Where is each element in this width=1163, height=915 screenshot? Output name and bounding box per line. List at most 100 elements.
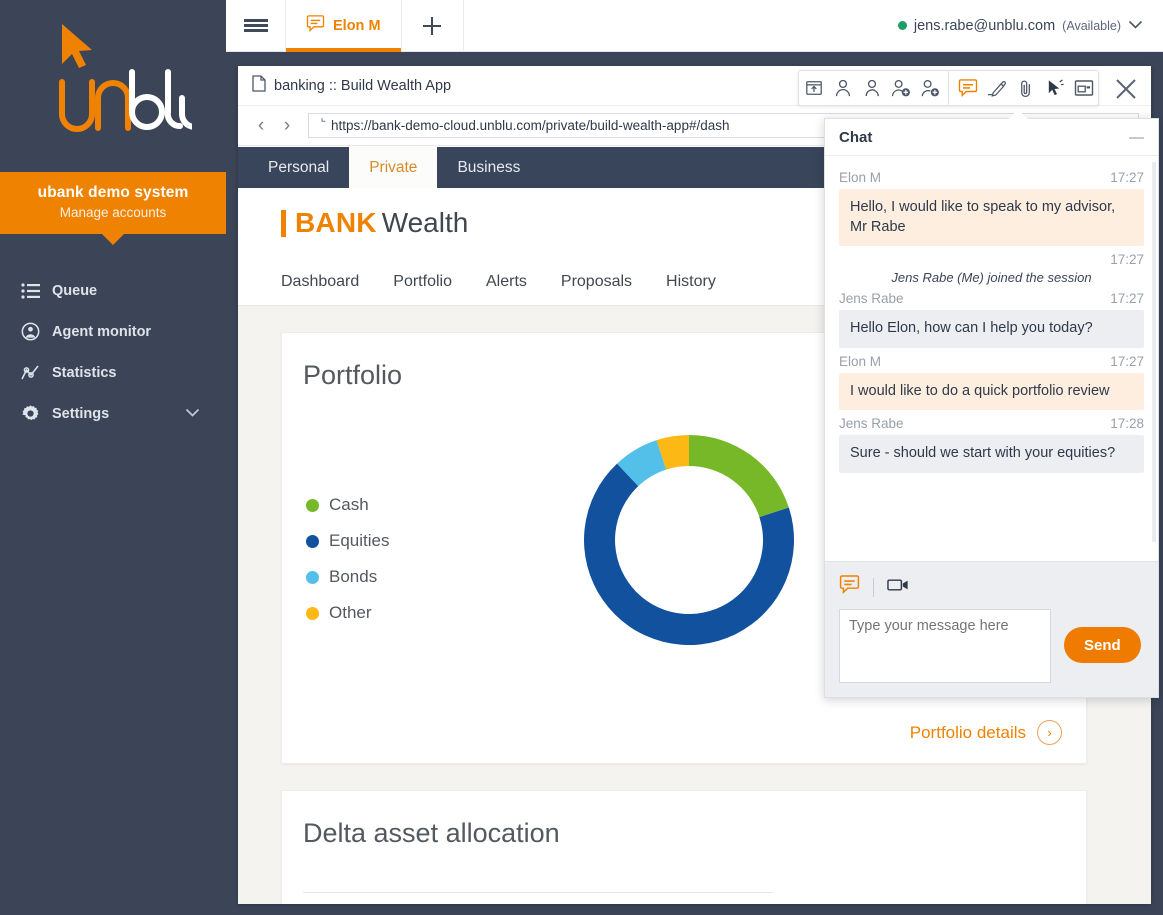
composer-divider <box>873 577 874 597</box>
sidebar-item-queue[interactable]: Queue <box>0 270 226 311</box>
sidebar-item-agent-monitor[interactable]: Agent monitor <box>0 311 226 352</box>
site-tab-label: Personal <box>268 158 330 176</box>
add-person-icon[interactable] <box>886 71 915 105</box>
sidebar-nav: Queue Agent monitor Statistics Settings <box>0 270 226 434</box>
hamburger-icon[interactable] <box>226 0 286 51</box>
plus-icon <box>423 16 442 35</box>
top-tab-strip: Elon M jens.rabe@unblu.com (Available) <box>226 0 1163 52</box>
send-button[interactable]: Send <box>1064 627 1141 663</box>
chevron-left-icon[interactable]: ‹ <box>250 115 272 137</box>
chevron-down-icon[interactable] <box>1128 17 1143 35</box>
person-icon[interactable] <box>828 71 857 105</box>
chat-bubble-icon[interactable] <box>839 575 860 599</box>
site-tab-label: Business <box>457 158 521 176</box>
chat-panel: Chat — Elon M 17:27 Hello, I would like … <box>824 110 1159 698</box>
user-menu[interactable]: jens.rabe@unblu.com (Available) <box>897 0 1163 51</box>
brand-logo <box>0 0 226 172</box>
upload-document-icon[interactable] <box>799 71 828 105</box>
composer-mode-icons <box>839 572 1144 602</box>
sidebar-item-statistics[interactable]: Statistics <box>0 352 226 393</box>
chevron-right-circle-icon[interactable]: › <box>1037 720 1062 745</box>
chat-message-list[interactable]: Elon M 17:27 Hello, I would like to spea… <box>825 156 1158 561</box>
sitenav-item-history[interactable]: History <box>666 273 716 291</box>
chat-header: Chat — <box>825 119 1158 156</box>
sidebar-item-settings[interactable]: Settings <box>0 393 226 434</box>
sitenav-item-alerts[interactable]: Alerts <box>486 273 527 291</box>
sidebar: ubank demo system Manage accounts Queue <box>0 0 226 915</box>
message-meta: Jens Rabe 17:27 <box>839 291 1144 306</box>
sidebar-item-label: Settings <box>52 405 110 422</box>
account-subtitle: Manage accounts <box>59 205 167 220</box>
message-meta: 17:27 <box>839 252 1144 267</box>
minimize-icon[interactable]: — <box>1129 130 1144 145</box>
attachment-clip-icon[interactable] <box>1011 71 1040 105</box>
status-dot-available <box>897 21 907 30</box>
account-pointer <box>101 233 125 245</box>
portfolio-details-link[interactable]: Portfolio details › <box>910 720 1062 745</box>
user-email: jens.rabe@unblu.com <box>913 17 1056 34</box>
page-document-icon <box>252 74 266 97</box>
message-time: 17:27 <box>1110 170 1144 185</box>
video-camera-icon[interactable] <box>887 577 910 598</box>
delta-card-divider <box>303 892 773 893</box>
site-tab-label: Private <box>369 158 418 176</box>
legend-label: Equities <box>329 531 390 550</box>
chat-composer: Send <box>825 561 1158 697</box>
delta-card-title: Delta asset allocation <box>303 818 560 848</box>
system-message-text: Jens Rabe (Me) joined the session <box>891 270 1092 286</box>
gear-icon <box>19 403 41 425</box>
cobrowse-toolbar <box>798 70 1099 106</box>
url-text: https://bank-demo-cloud.unblu.com/privat… <box>331 118 730 133</box>
site-tab-personal[interactable]: Personal <box>248 147 349 188</box>
tab-conversation-elon-m[interactable]: Elon M <box>286 0 402 52</box>
legend-item-cash: Cash <box>306 487 389 523</box>
site-tab-business[interactable]: Business <box>437 147 540 188</box>
message-sender: Elon M <box>839 353 882 369</box>
message-meta: Elon M 17:27 <box>839 354 1144 369</box>
close-icon[interactable] <box>1109 72 1143 106</box>
account-name: ubank demo system <box>37 184 189 201</box>
message-bubble: Sure - should we start with your equitie… <box>839 435 1144 473</box>
message-sender: Elon M <box>839 170 882 185</box>
new-tab-button[interactable] <box>402 0 464 51</box>
chat-bubble-icon[interactable] <box>953 71 982 105</box>
chat-message: Elon M 17:27 Hello, I would like to spea… <box>839 170 1144 247</box>
legend-label: Bonds <box>329 567 378 586</box>
message-bubble: Hello, I would like to speak to my advis… <box>839 189 1144 247</box>
donut-slice-cash <box>689 435 789 518</box>
chevron-down-icon[interactable] <box>185 406 200 422</box>
chat-scrollbar[interactable] <box>1152 162 1156 542</box>
delta-allocation-card: Delta asset allocation <box>281 790 1087 904</box>
account-selector[interactable]: ubank demo system Manage accounts <box>0 172 226 245</box>
unblu-logo-icon <box>59 24 192 132</box>
person-outline-icon[interactable] <box>857 71 886 105</box>
chat-system-message: 17:27 Jens Rabe (Me) joined the session <box>839 252 1144 285</box>
message-time: 17:28 <box>1110 416 1144 432</box>
sitenav-item-portfolio[interactable]: Portfolio <box>393 273 452 291</box>
message-input[interactable] <box>839 609 1051 683</box>
legend-item-other: Other <box>306 595 389 631</box>
sitenav-item-proposals[interactable]: Proposals <box>561 273 632 291</box>
message-time: 17:27 <box>1110 291 1144 307</box>
sitenav-item-dashboard[interactable]: Dashboard <box>281 273 359 291</box>
donut-svg <box>584 435 795 646</box>
message-sender: Jens Rabe <box>839 291 904 307</box>
page-document-icon <box>315 117 326 134</box>
chevron-right-icon[interactable]: › <box>276 115 298 137</box>
message-time: 17:27 <box>1110 353 1144 369</box>
add-person-outline-icon[interactable] <box>915 71 944 105</box>
cobrowse-page-title: banking :: Build Wealth App <box>274 77 452 94</box>
legend-label: Other <box>329 603 372 622</box>
site-tab-private[interactable]: Private <box>349 147 438 188</box>
chat-message: Jens Rabe 17:28 Sure - should we start w… <box>839 416 1144 473</box>
tab-label: Elon M <box>333 17 381 34</box>
composer-row: Send <box>839 609 1144 683</box>
legend-item-bonds: Bonds <box>306 559 389 595</box>
annotate-pen-icon[interactable] <box>982 71 1011 105</box>
list-icon <box>19 280 41 302</box>
screen-share-icon[interactable] <box>1069 71 1098 105</box>
pointer-cursor-icon[interactable] <box>1040 71 1069 105</box>
brand-name-light: Wealth <box>381 207 469 238</box>
tab-active-indicator <box>286 48 401 52</box>
message-time: 17:27 <box>1110 252 1144 268</box>
